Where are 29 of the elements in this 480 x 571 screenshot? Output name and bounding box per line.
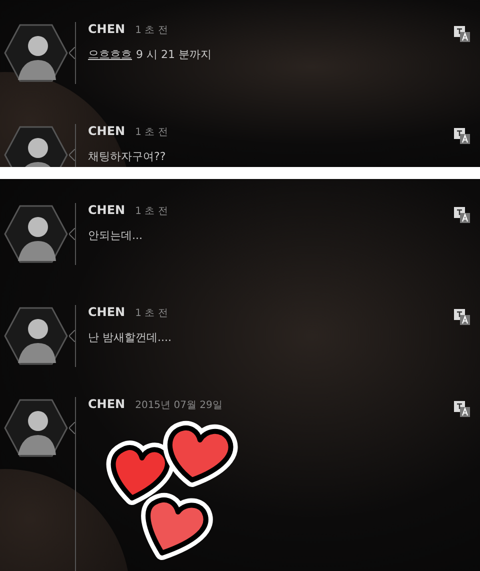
timestamp: 2015년 07월 29일 [135,399,222,412]
translate-icon[interactable] [454,128,470,144]
pointer-notch-icon [69,422,75,434]
avatar-icon[interactable] [4,399,68,457]
message-text: 채팅하자구여?? [88,149,167,164]
pointer-notch-icon [69,228,75,240]
pointer-notch-icon [69,47,75,59]
translate-icon[interactable] [454,207,470,223]
avatar-icon[interactable] [4,307,68,365]
sender-name: CHEN [88,203,126,217]
avatar-icon[interactable] [4,24,68,82]
avatar-icon[interactable] [4,205,68,263]
timestamp: 1 초 전 [135,126,168,139]
timestamp: 1 초 전 [135,24,168,37]
sender-name: CHEN [88,22,126,36]
pointer-notch-icon [69,149,75,161]
translate-icon[interactable] [454,309,470,325]
message-link[interactable]: 으흐흐흐 [88,48,132,61]
sender-name: CHEN [88,397,126,411]
pointer-notch-icon [69,330,75,342]
message-text: 으흐흐흐 9 시 21 분까지 [88,47,212,62]
timestamp: 1 초 전 [135,205,168,218]
timestamp: 1 초 전 [135,307,168,320]
translate-icon[interactable] [454,401,470,417]
sender-name: CHEN [88,124,126,138]
message-text: 안되는데... [88,228,144,243]
sender-name: CHEN [88,305,126,319]
message-text: 난 밤새할껀데.... [88,330,172,345]
translate-icon[interactable] [454,26,470,42]
